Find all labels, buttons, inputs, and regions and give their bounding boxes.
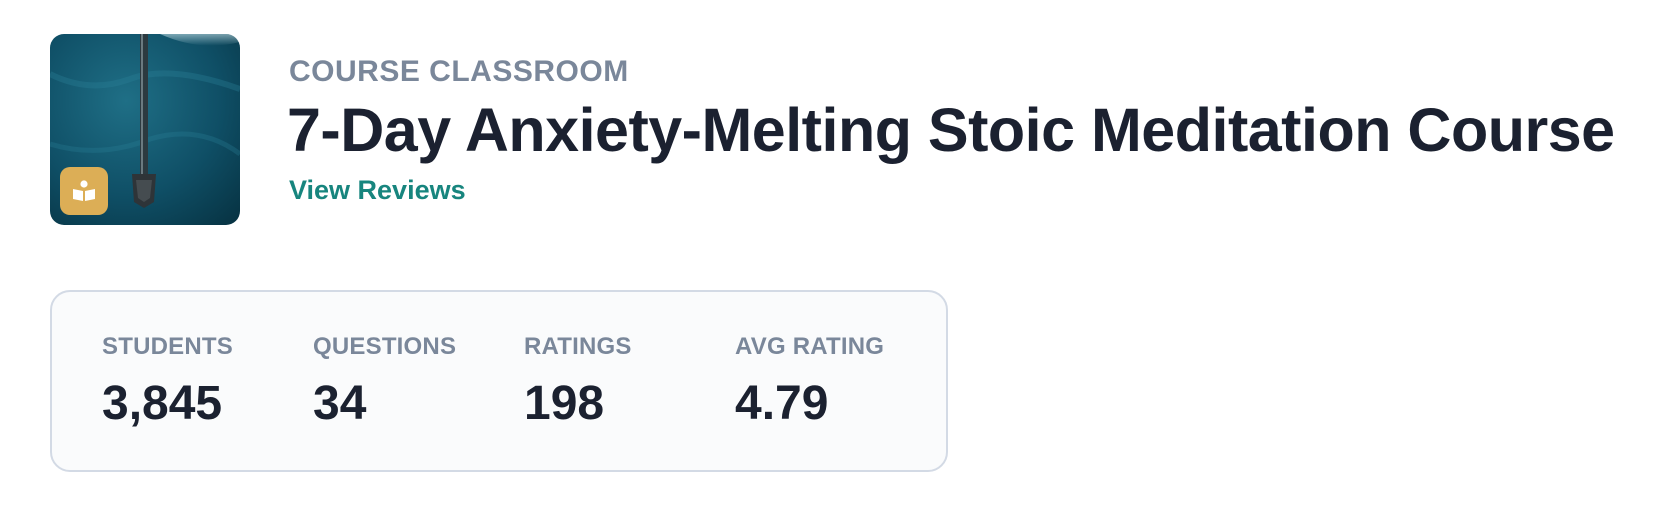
course-title: 7-Day Anxiety-Melting Stoic Meditation C… <box>287 96 1615 164</box>
stat-value: 198 <box>524 377 605 430</box>
stat-label: QUESTIONS <box>313 333 457 360</box>
course-header: COURSE CLASSROOM 7-Day Anxiety-Melting S… <box>50 34 1615 225</box>
stat-label: AVG RATING <box>735 333 885 360</box>
stat-value: 34 <box>313 377 367 430</box>
stat-label: RATINGS <box>524 333 632 360</box>
stat-avg-rating: AVG RATING 4.79 <box>735 332 946 470</box>
course-page: COURSE CLASSROOM 7-Day Anxiety-Melting S… <box>0 0 1680 514</box>
stat-ratings: RATINGS 198 <box>524 332 735 470</box>
course-type-badge <box>60 167 108 215</box>
stat-students: STUDENTS 3,845 <box>102 332 313 470</box>
book-reader-icon <box>73 180 95 201</box>
stat-label: STUDENTS <box>102 333 233 360</box>
course-stats-card: STUDENTS 3,845 QUESTIONS 34 RATINGS 198 … <box>50 290 948 472</box>
view-reviews-link[interactable]: View Reviews <box>289 174 466 206</box>
section-eyebrow: COURSE CLASSROOM <box>289 55 629 88</box>
stat-value: 4.79 <box>735 377 829 430</box>
course-thumbnail[interactable] <box>50 34 240 225</box>
course-header-text: COURSE CLASSROOM 7-Day Anxiety-Melting S… <box>287 34 1615 206</box>
stat-questions: QUESTIONS 34 <box>313 332 524 470</box>
stat-value: 3,845 <box>102 377 223 430</box>
